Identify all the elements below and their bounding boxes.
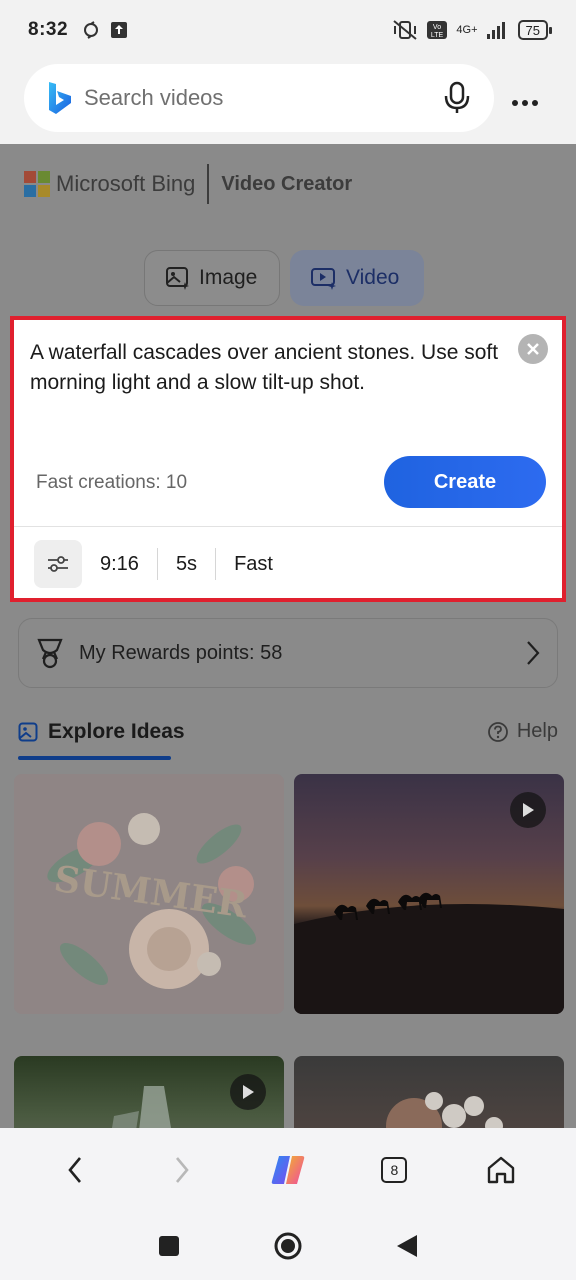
- picture-icon: [18, 722, 38, 742]
- status-time: 8:32: [28, 19, 69, 40]
- tab-video[interactable]: Video: [290, 250, 424, 306]
- recent-apps-icon[interactable]: [157, 1234, 181, 1258]
- svg-text:Vo: Vo: [433, 24, 441, 31]
- create-button[interactable]: Create: [384, 456, 546, 508]
- clear-prompt-button[interactable]: [518, 334, 548, 364]
- card-divider: [14, 526, 562, 527]
- help-label: Help: [516, 720, 558, 742]
- tabs-button[interactable]: 8: [364, 1140, 424, 1200]
- vibrate-off-icon: [393, 20, 418, 40]
- trophy-icon: [37, 638, 63, 669]
- status-bar: 8:32 Vo LTE 4G+ 75: [0, 0, 576, 60]
- idea-tile[interactable]: SUMMER: [14, 774, 284, 1014]
- browser-bottom-nav: 8: [0, 1128, 576, 1212]
- tab-count: 8: [381, 1157, 408, 1183]
- explore-title: Explore Ideas: [48, 720, 185, 743]
- rewards-label: My Rewards points: 58: [79, 641, 283, 664]
- brand-header: Microsoft Bing Video Creator: [24, 164, 352, 204]
- play-button[interactable]: [230, 1074, 266, 1110]
- duration-option[interactable]: 5s: [158, 553, 215, 576]
- battery-level: 75: [525, 22, 540, 38]
- upload-icon: [111, 22, 128, 38]
- sync-icon: [84, 21, 99, 39]
- home-circle-icon[interactable]: [273, 1231, 303, 1261]
- system-navigation: [0, 1212, 576, 1280]
- help-icon: [487, 721, 508, 742]
- close-icon: [527, 343, 539, 355]
- volte-icon: VoLTE: [427, 21, 448, 39]
- microsoft-logo-icon: [24, 171, 50, 197]
- brand-name: Microsoft Bing: [56, 171, 196, 196]
- active-tab-underline: [18, 756, 171, 760]
- search-input[interactable]: Search videos: [84, 85, 442, 111]
- home-button[interactable]: [471, 1140, 531, 1200]
- tab-image[interactable]: Image: [144, 250, 280, 306]
- svg-text:LTE: LTE: [431, 32, 444, 39]
- jewelry-image: [386, 1092, 503, 1128]
- chevron-left-icon: [68, 1157, 82, 1183]
- settings-button[interactable]: [34, 540, 82, 588]
- copilot-button[interactable]: [258, 1140, 318, 1200]
- idea-tile[interactable]: [14, 1056, 284, 1128]
- fast-creations-count: Fast creations: 10: [36, 472, 188, 493]
- tab-video-label: Video: [346, 266, 400, 289]
- prompt-textarea[interactable]: A waterfall cascades over ancient stones…: [30, 338, 510, 398]
- signal-icon: [486, 22, 505, 39]
- more-options-icon[interactable]: [512, 82, 538, 113]
- chevron-right-icon: [527, 641, 540, 665]
- generation-settings: 9:16 5s Fast: [34, 540, 291, 588]
- play-icon: [523, 803, 534, 817]
- search-box[interactable]: Search videos: [24, 64, 494, 132]
- explore-header: Explore Ideas Help: [18, 716, 558, 760]
- prompt-card: A waterfall cascades over ancient stones…: [10, 316, 566, 602]
- play-icon: [243, 1085, 254, 1099]
- forward-button[interactable]: [152, 1140, 212, 1200]
- back-triangle-icon[interactable]: [395, 1233, 419, 1259]
- sliders-icon: [48, 556, 68, 572]
- home-icon: [487, 1156, 514, 1184]
- play-button[interactable]: [510, 792, 546, 828]
- bing-logo-icon: [49, 82, 71, 114]
- back-button[interactable]: [45, 1140, 105, 1200]
- speed-option[interactable]: Fast: [216, 553, 291, 576]
- chevron-right-icon: [175, 1157, 189, 1183]
- brand-divider: [207, 164, 210, 204]
- video-sparkle-icon: [311, 268, 336, 290]
- paper-flowers-image: SUMMER: [14, 774, 284, 1014]
- copilot-icon: [271, 1156, 305, 1184]
- tab-explore-ideas[interactable]: Explore Ideas: [18, 720, 185, 744]
- idea-tile[interactable]: [294, 774, 564, 1014]
- aspect-ratio-option[interactable]: 9:16: [82, 553, 157, 576]
- image-sparkle-icon: [166, 267, 189, 290]
- battery-icon: 75: [517, 20, 553, 40]
- browser-top-bar: Search videos: [0, 60, 576, 144]
- mode-tabs: Image Video: [144, 250, 424, 306]
- network-label: 4G+: [456, 24, 478, 36]
- rewards-banner[interactable]: My Rewards points: 58: [18, 618, 558, 688]
- product-name: Video Creator: [221, 172, 353, 195]
- microphone-icon[interactable]: [442, 81, 472, 115]
- idea-tile[interactable]: [294, 1056, 564, 1128]
- help-link[interactable]: Help: [487, 720, 558, 743]
- video-creator-page: Microsoft Bing Video Creator Image Video…: [0, 144, 576, 1128]
- tab-image-label: Image: [199, 266, 258, 289]
